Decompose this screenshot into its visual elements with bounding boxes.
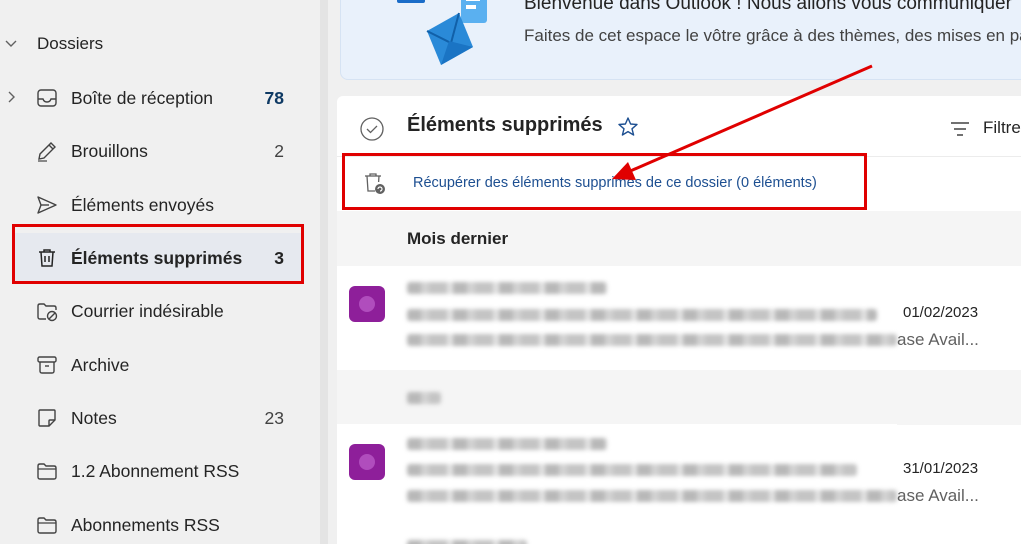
envelope-illustration-icon [397,0,487,65]
avatar [349,444,385,480]
sidebar-item-notes[interactable]: Notes 23 [14,393,302,443]
avatar [349,286,385,322]
filter-icon[interactable] [949,118,971,140]
sidebar-item-label: Abonnements RSS [71,515,220,535]
banner-title: Bienvenue dans Outlook ! Nous allons vou… [524,0,1012,14]
message-preview-tail: ase Avail... [897,330,979,349]
select-all-check-icon[interactable] [359,116,385,142]
sidebar-item-sent[interactable]: Éléments envoyés [14,180,302,230]
group-label: Mois dernier [407,229,509,248]
sidebar-item-label: Archive [71,355,130,375]
sender-redacted [407,438,607,450]
preview-redacted [407,490,897,502]
item-count: 23 [264,408,284,428]
chevron-right-icon[interactable] [5,90,19,104]
sidebar-item-rss-1-2[interactable]: 1.2 Abonnement RSS [14,446,302,496]
sidebar-item-rss[interactable]: Abonnements RSS [14,500,302,544]
filter-button[interactable]: Filtre [983,118,1021,138]
message-date: 01/02/2023 [903,304,979,321]
folder-icon [37,463,57,480]
send-icon [37,196,57,214]
message-item[interactable]: 31/01/2023 ase Avail... [337,424,979,528]
message-date: 31/01/2023 [903,460,979,477]
banner-subtitle: Faites de cet espace le vôtre grâce à de… [524,26,1021,45]
sidebar-item-label: Notes [71,408,117,428]
notes-icon [38,409,56,427]
group-header-redacted [337,370,1021,425]
welcome-banner: Bienvenue dans Outlook ! Nous allons vou… [340,0,1021,80]
message-preview-tail: ase Avail... [897,486,979,505]
sidebar-item-inbox[interactable]: Boîte de réception 78 [8,73,302,123]
item-count: 2 [274,141,284,161]
folder-title: Éléments supprimés [407,114,603,136]
sidebar-item-label: Courrier indésirable [71,301,224,321]
star-favorite-icon[interactable] [617,116,639,138]
sender-redacted [407,282,607,294]
next-item-redacted [407,540,527,544]
annotation-highlight-recover [342,153,867,210]
message-list-header: Éléments supprimés Filtre [337,96,1021,156]
sidebar-item-label: 1.2 Abonnement RSS [71,461,240,481]
archive-icon [37,356,57,374]
pencil-icon [38,142,56,162]
annotation-highlight-folder [12,224,304,284]
sidebar-item-label: Boîte de réception [71,88,214,108]
inbox-icon [37,89,57,107]
sidebar-item-label: Éléments envoyés [71,195,214,215]
folder-icon [37,517,57,534]
group-header: Mois dernier [337,211,1021,266]
junk-icon [37,303,58,322]
message-item[interactable]: 01/02/2023 ase Avail... [337,266,979,370]
group-label-redacted [407,392,441,404]
folders-header-label: Dossiers [37,34,104,53]
unread-count: 78 [264,88,284,108]
sidebar-item-archive[interactable]: Archive [14,340,302,390]
sidebar-item-junk[interactable]: Courrier indésirable [14,286,302,336]
preview-redacted [407,334,897,346]
sidebar-item-label: Brouillons [71,141,148,161]
subject-redacted [407,309,877,321]
sidebar-scrollbar[interactable] [320,0,328,544]
chevron-down-icon[interactable] [4,37,18,51]
sidebar-item-drafts[interactable]: Brouillons 2 [14,126,302,176]
subject-redacted [407,464,857,476]
